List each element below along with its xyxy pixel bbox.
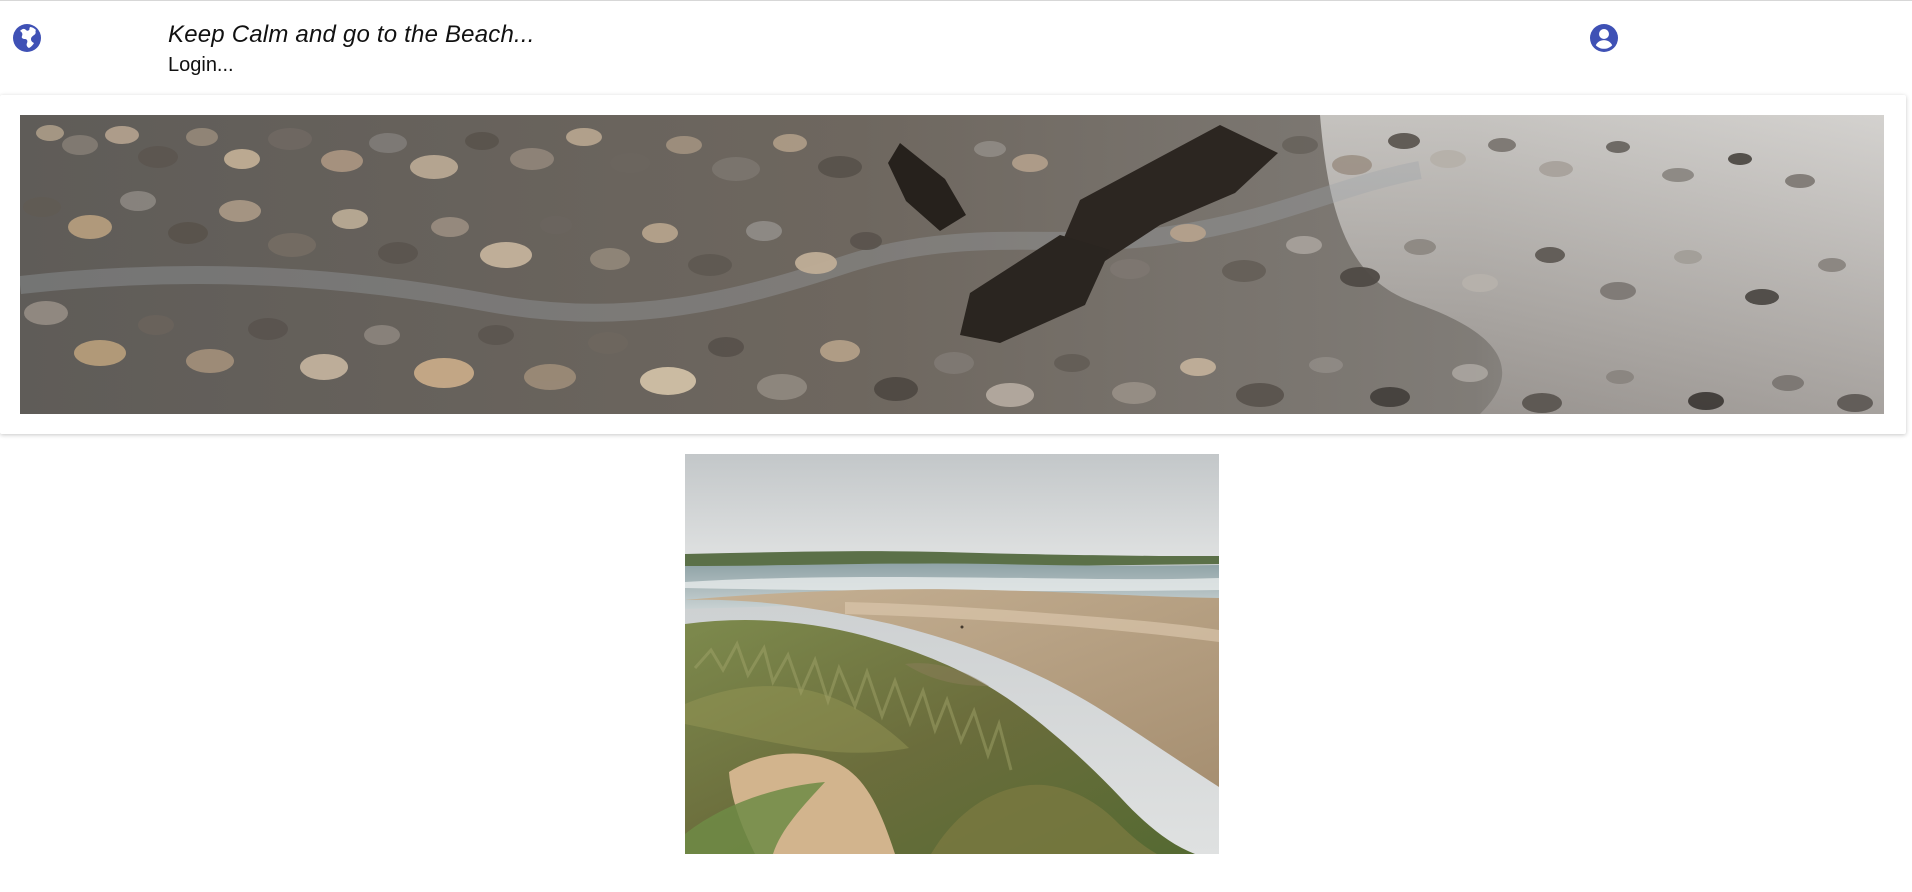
page: Keep Calm and go to the Beach... Login..… <box>0 0 1912 892</box>
pebble-beach-banner-image <box>20 115 1884 414</box>
coastal-dunes-photo <box>685 454 1219 854</box>
account-button[interactable] <box>1587 21 1621 55</box>
site-title: Keep Calm and go to the Beach... <box>168 21 535 48</box>
login-link[interactable]: Login... <box>168 52 234 78</box>
account-circle-icon <box>1589 23 1619 53</box>
globe-icon <box>12 23 42 53</box>
globe-button[interactable] <box>10 21 44 55</box>
hero-banner-card <box>0 95 1906 434</box>
header-text-group: Keep Calm and go to the Beach... Login..… <box>168 19 535 78</box>
site-header: Keep Calm and go to the Beach... Login..… <box>0 1 1912 94</box>
